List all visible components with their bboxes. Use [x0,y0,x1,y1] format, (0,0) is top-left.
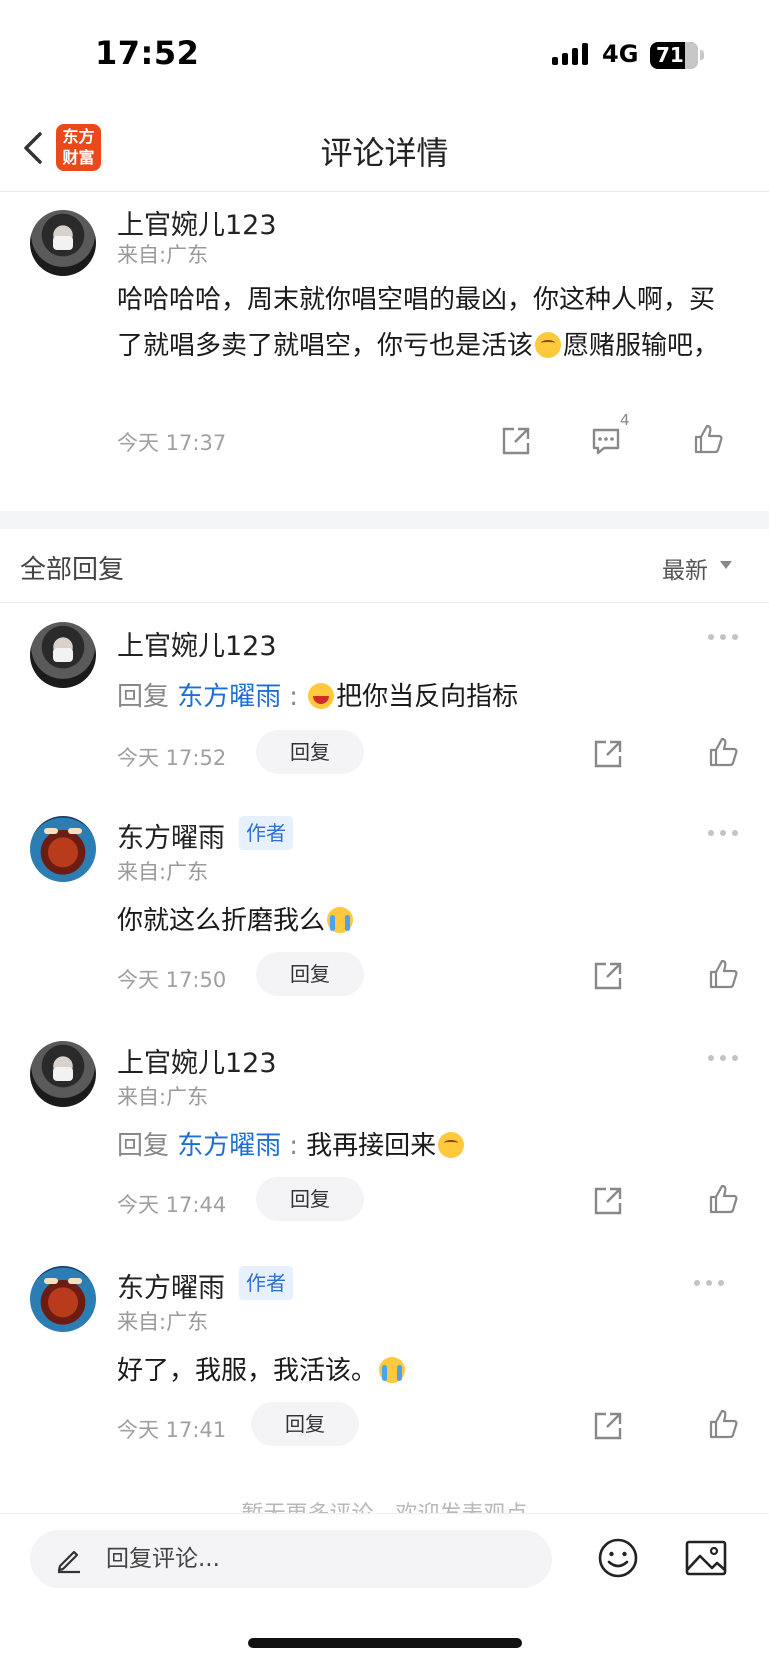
avatar[interactable] [30,816,96,882]
network-type: 4G [602,40,639,68]
reply-button[interactable]: 回复 [256,1177,364,1221]
status-time: 17:52 [95,34,200,72]
reply-author[interactable]: 东方曜雨 [117,1266,225,1305]
app-logo[interactable]: 东方 财富 [56,124,101,171]
reply-location: 来自:广东 [117,1310,209,1334]
reply-time: 今天 17:41 [117,1418,227,1442]
more-icon[interactable] [708,632,744,642]
like-icon[interactable] [707,736,739,768]
author-badge: 作者 [239,1266,293,1300]
share-icon[interactable] [500,425,532,457]
avatar[interactable] [30,210,96,276]
reply-text: 回复 东方曜雨: 把你当反向指标 [117,682,519,712]
main-comment: 上官婉儿123 来自:广东 哈哈哈哈，周末就你唱空唱的最凶，你这种人啊，买了就唱… [0,193,769,511]
avatar[interactable] [30,622,96,688]
shy-emoji-icon [535,332,562,358]
more-icon[interactable] [708,1053,744,1063]
avatar[interactable] [30,1266,96,1332]
battery-level: 71 [656,43,684,67]
reply-count: 4 [620,411,630,429]
reply-button[interactable]: 回复 [256,952,364,996]
sort-select[interactable]: 最新 [662,551,708,585]
reply-text: 好了，我服，我活该。 [117,1350,407,1387]
comment-text: 哈哈哈哈，周末就你唱空唱的最凶，你这种人啊，买了就唱多卖了就唱空，你亏也是活该愿… [117,285,720,361]
chevron-down-icon[interactable] [720,561,732,569]
share-icon[interactable] [592,738,624,770]
grin-emoji-icon [308,683,335,709]
reply-target-link[interactable]: 东方曜雨 [177,1131,281,1161]
reply-time: 今天 17:50 [117,968,227,992]
like-icon[interactable] [707,1408,739,1440]
signal-icon [552,43,588,65]
image-icon[interactable] [684,1538,728,1578]
reply-time: 今天 17:52 [117,746,227,770]
cry-emoji-icon [327,907,354,933]
status-bar: 17:52 4G 71 [0,0,769,100]
reply-location: 来自:广东 [117,860,209,884]
more-icon[interactable] [694,1278,730,1288]
shy-emoji-icon [438,1132,465,1158]
like-icon[interactable] [707,1183,739,1215]
reply-author[interactable]: 东方曜雨 [117,816,225,855]
share-icon[interactable] [592,1185,624,1217]
reply-text: 你就这么折磨我么 [117,900,355,937]
like-icon[interactable] [692,423,724,455]
comment-icon[interactable] [590,425,622,457]
comment-time: 今天 17:37 [117,431,227,455]
comment-location: 来自:广东 [117,243,209,267]
reply-button[interactable]: 回复 [251,1402,359,1446]
section-divider [0,511,769,529]
share-icon[interactable] [592,960,624,992]
reply-author[interactable]: 上官婉儿123 [117,624,277,663]
page-title: 评论详情 [320,134,449,172]
cry-emoji-icon [379,1357,406,1383]
reply-button[interactable]: 回复 [256,730,364,774]
back-arrow-icon[interactable] [16,126,52,170]
pen-icon [57,1550,80,1574]
reply-item: 东方曜雨 作者 来自:广东 好了，我服，我活该。 今天 17:41 回复 [0,1236,769,1461]
bottom-bar [0,1513,769,1665]
replies-header: 全部回复 最新 [0,529,769,603]
avatar[interactable] [30,1041,96,1107]
share-icon[interactable] [592,1410,624,1442]
battery-icon: 71 [650,42,698,69]
comment-author[interactable]: 上官婉儿123 [117,203,277,242]
home-indicator[interactable] [248,1638,522,1648]
reply-location: 来自:广东 [117,1085,209,1109]
author-badge: 作者 [239,816,293,850]
reply-item: 上官婉儿123 回复 东方曜雨: 把你当反向指标 今天 17:52 回复 [0,604,769,786]
section-title: 全部回复 [20,555,125,585]
reply-input[interactable] [106,1530,526,1588]
like-icon[interactable] [707,958,739,990]
emoji-icon[interactable] [596,1536,640,1580]
reply-item: 上官婉儿123 来自:广东 回复 东方曜雨: 我再接回来 今天 17:44 回复 [0,1011,769,1236]
nav-bar: 评论详情 东方 财富 [0,104,769,192]
reply-input-box[interactable] [30,1530,552,1588]
reply-text: 回复 东方曜雨: 我再接回来 [117,1125,466,1162]
reply-target-link[interactable]: 东方曜雨 [177,682,281,712]
reply-author[interactable]: 上官婉儿123 [117,1041,277,1080]
no-more-comments: 暂无更多评论，欢迎发表观点 [0,1496,769,1514]
more-icon[interactable] [708,828,744,838]
reply-time: 今天 17:44 [117,1193,227,1217]
reply-item: 东方曜雨 作者 来自:广东 你就这么折磨我么 今天 17:50 回复 [0,786,769,1011]
